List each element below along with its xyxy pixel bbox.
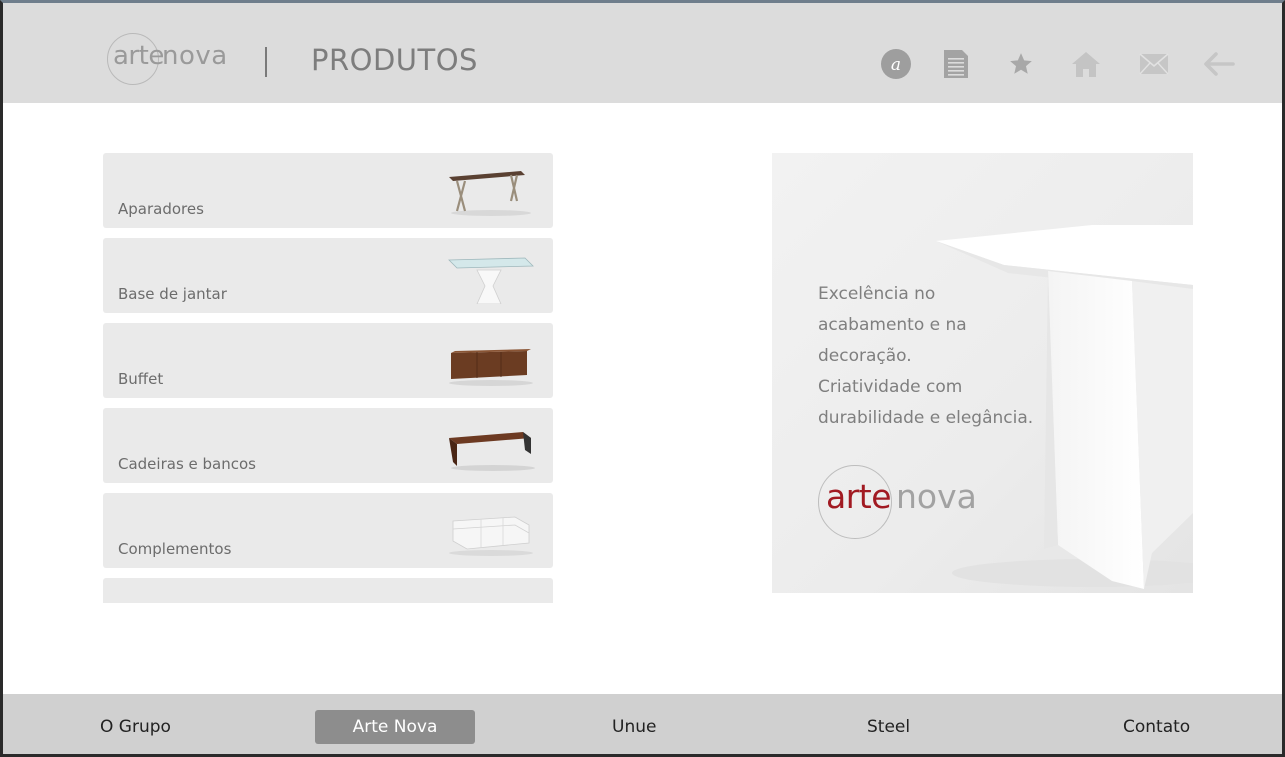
logo-word-nova: nova [162,41,228,71]
product-item-buffet[interactable]: Buffet [103,323,553,398]
arte-nova-logo[interactable]: arte nova [107,33,227,89]
wood-buffet-thumbnail [449,349,533,386]
product-label: Base de jantar [118,285,227,303]
back-arrow-icon[interactable] [1202,47,1236,81]
star-icon[interactable] [1004,47,1038,81]
document-icon[interactable] [939,47,973,81]
partial-item-thumbnail [443,586,539,603]
footer-nav: O Grupo Arte Nova Unue Steel Contato [3,694,1282,754]
svg-text:a: a [891,55,901,75]
logo-word-arte: arte [113,41,164,71]
nav-contato[interactable]: Contato [1123,710,1190,744]
promo-logo-word-nova: nova [896,477,977,516]
header-separator [265,47,267,77]
white-sofa-thumbnail [449,516,533,556]
promo-line: decoração. [818,346,912,366]
a-circle-icon[interactable]: a [879,47,913,81]
page-title: PRODUTOS [311,43,478,77]
product-item-partial[interactable] [103,578,553,603]
nav-steel[interactable]: Steel [867,710,910,744]
glass-dining-table-thumbnail [448,257,534,304]
product-item-cadeiras-e-bancos[interactable]: Cadeiras e bancos [103,408,553,483]
product-label: Cadeiras e bancos [118,455,256,473]
promo-logo: arte nova [818,463,1018,543]
promo-banner: Excelência no acabamento e na decoração.… [772,153,1193,593]
nav-o-grupo[interactable]: O Grupo [100,710,171,744]
promo-line: Excelência no [818,284,936,304]
sideboard-table-thumbnail [449,171,531,216]
product-label: Complementos [118,540,232,558]
wood-bench-thumbnail [449,432,535,471]
product-label: Buffet [118,370,164,388]
product-label: Aparadores [118,200,204,218]
product-item-base-de-jantar[interactable]: Base de jantar [103,238,553,313]
promo-line: Criatividade com [818,377,963,397]
product-item-complementos[interactable]: Complementos [103,493,553,568]
mail-icon[interactable] [1137,47,1171,81]
promo-line: acabamento e na [818,315,967,335]
home-icon[interactable] [1069,47,1103,81]
promo-line: durabilidade e elegância. [818,408,1034,428]
nav-arte-nova[interactable]: Arte Nova [315,710,475,744]
promo-logo-word-arte: arte [826,477,892,516]
header: arte nova PRODUTOS a [3,3,1282,103]
product-list[interactable]: Aparadores Base de jantar Buffet Cadeira… [103,153,553,603]
nav-unue[interactable]: Unue [612,710,656,744]
promo-tagline: Excelência no acabamento e na decoração.… [818,279,1048,434]
product-item-aparadores[interactable]: Aparadores [103,153,553,228]
